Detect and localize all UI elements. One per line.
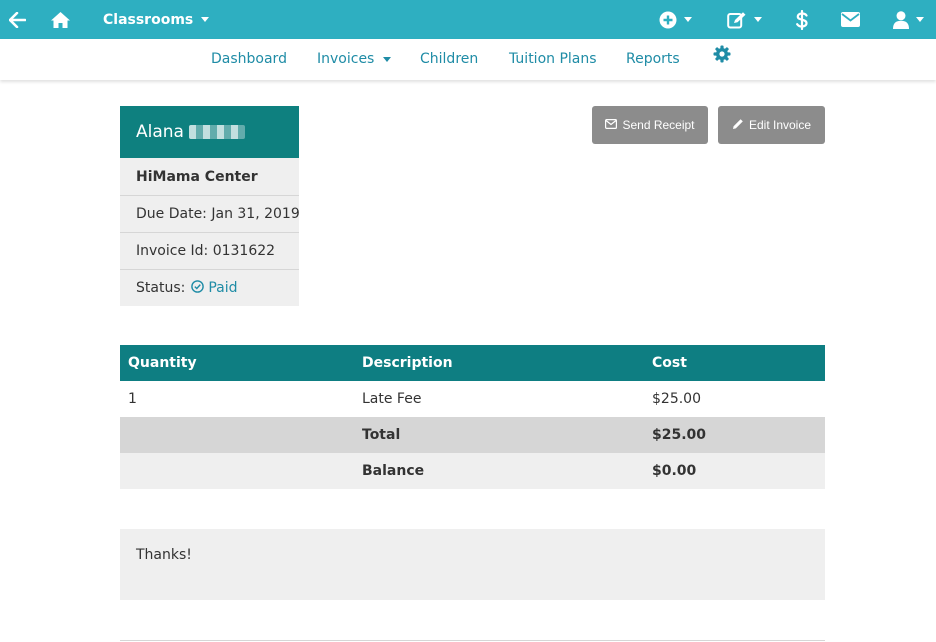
user-icon (893, 10, 909, 29)
secondary-navigation: Dashboard Invoices Children Tuition Plan… (0, 39, 936, 80)
chevron-down-icon (383, 57, 392, 62)
status-label: Status: (136, 280, 186, 296)
nav-invoices[interactable]: Invoices (317, 39, 392, 80)
dollar-icon (796, 9, 808, 30)
back-button[interactable] (9, 0, 26, 39)
redacted-surname (188, 125, 245, 139)
edit-icon (727, 11, 747, 29)
total-spacer (120, 417, 354, 453)
messages-button[interactable] (841, 0, 860, 39)
invoice-note-text: Thanks! (136, 547, 192, 563)
status-row: Status: Paid (120, 269, 299, 306)
pencil-icon (732, 118, 744, 133)
send-receipt-button[interactable]: Send Receipt (592, 106, 708, 144)
back-arrow-icon (9, 11, 26, 28)
table-row: 1 Late Fee $25.00 (120, 381, 825, 417)
invoice-recipient-header: Alana (120, 106, 299, 158)
chevron-down-icon (684, 17, 692, 22)
home-button[interactable] (50, 0, 71, 39)
envelope-icon (841, 12, 860, 27)
nav-children[interactable]: Children (420, 39, 478, 80)
envelope-outline-icon (605, 118, 618, 132)
due-date-label: Due Date: (136, 206, 207, 222)
nav-settings[interactable] (713, 39, 731, 80)
classrooms-dropdown[interactable]: Classrooms (103, 0, 210, 39)
nav-tuition-plans[interactable]: Tuition Plans (509, 39, 597, 80)
total-label: Total (354, 417, 644, 453)
plus-circle-icon (659, 11, 677, 29)
center-name: HiMama Center (120, 158, 299, 195)
table-header-row: Quantity Description Cost (120, 345, 825, 381)
chevron-down-icon (201, 17, 210, 22)
classrooms-label: Classrooms (103, 11, 194, 28)
check-circle-icon (191, 279, 205, 297)
edit-menu-button[interactable] (727, 0, 762, 39)
gear-icon (713, 39, 731, 80)
invoice-id-row: Invoice Id: 0131622 (120, 232, 299, 269)
balance-label: Balance (354, 453, 644, 489)
total-value: $25.00 (644, 417, 825, 453)
column-header-cost: Cost (644, 345, 825, 381)
status-badge: Paid (191, 279, 238, 297)
invoice-id-value: 0131622 (212, 243, 276, 259)
column-header-description: Description (354, 345, 644, 381)
user-menu-button[interactable] (893, 0, 924, 39)
due-date-row: Due Date: Jan 31, 2019 (120, 195, 300, 232)
home-icon (50, 11, 71, 29)
invoice-line-items-table: Quantity Description Cost 1 Late Fee $25… (120, 345, 825, 489)
invoice-note: Thanks! (120, 529, 825, 600)
chevron-down-icon (754, 17, 762, 22)
recipient-name: Alana (136, 122, 184, 142)
item-cost: $25.00 (652, 391, 701, 407)
invoice-info-card: Alana HiMama Center Due Date: Jan 31, 20… (120, 106, 300, 306)
due-date-value: Jan 31, 2019 (211, 206, 300, 222)
invoice-id-label: Invoice Id: (136, 243, 209, 259)
edit-invoice-button[interactable]: Edit Invoice (718, 106, 825, 144)
item-quantity: 1 (128, 391, 137, 407)
send-receipt-label: Send Receipt (622, 118, 695, 132)
top-navigation-bar: Classrooms (0, 0, 936, 39)
chevron-down-icon (916, 17, 924, 22)
balance-spacer (120, 453, 354, 489)
billing-button[interactable] (796, 0, 808, 39)
nav-invoices-label: Invoices (317, 51, 375, 67)
total-row: Total $25.00 (120, 417, 825, 453)
edit-invoice-label: Edit Invoice (748, 118, 812, 132)
divider (120, 640, 825, 641)
balance-row: Balance $0.00 (120, 453, 825, 489)
add-menu-button[interactable] (659, 0, 692, 39)
balance-value: $0.00 (644, 453, 825, 489)
nav-reports[interactable]: Reports (626, 39, 680, 80)
item-description: Late Fee (362, 391, 422, 407)
status-value: Paid (208, 280, 238, 296)
nav-dashboard[interactable]: Dashboard (211, 39, 287, 80)
column-header-quantity: Quantity (120, 345, 354, 381)
